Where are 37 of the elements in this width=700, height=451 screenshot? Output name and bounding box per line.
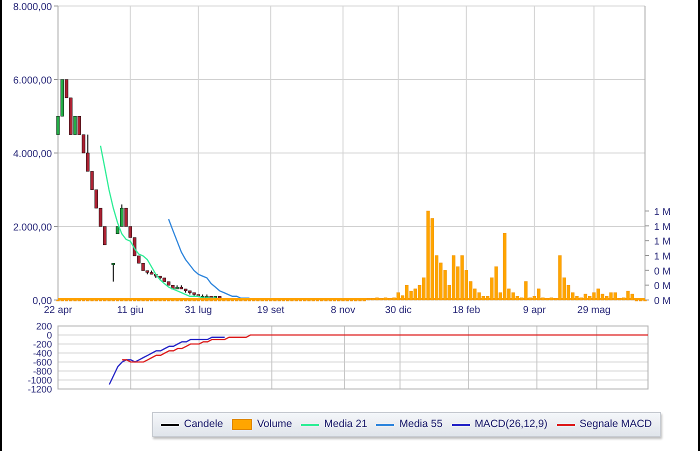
axis-label: 6.000,00	[13, 76, 52, 86]
axis-label: 18 feb	[452, 305, 480, 316]
axis-label: 1 M	[654, 207, 671, 218]
legend-label: Candele	[184, 416, 224, 432]
candlestick	[112, 262, 115, 282]
axis-label: 31 lug	[184, 305, 212, 316]
legend-label: Segnale MACD	[580, 416, 652, 432]
axis-label: 22 apr	[44, 305, 72, 316]
axis-label: 0 M	[654, 266, 671, 278]
axis-label: 0 M	[654, 281, 671, 292]
axis-label: 2.000,00	[13, 222, 52, 234]
legend-label: Media 21	[324, 416, 368, 432]
legend-label: Media 55	[399, 416, 443, 432]
axis-label: 1 M	[654, 222, 671, 233]
axis-label: 0,00	[32, 296, 52, 307]
axis-label: 29 mag	[577, 305, 611, 316]
axis-label: -200	[32, 340, 52, 350]
axis-label: 0	[46, 330, 52, 342]
legend-line	[161, 424, 179, 426]
axis-label: 4.000,00	[13, 149, 52, 160]
axis-label: -800	[32, 366, 52, 378]
axis-label: 200	[36, 322, 52, 332]
axis-label: 8 nov	[330, 305, 356, 316]
axis-label: 9 apr	[523, 305, 546, 316]
axis-label: 1 M	[654, 252, 671, 262]
axis-label: -600	[32, 358, 52, 368]
axis-label: 0 M	[654, 296, 671, 307]
axis-label: -400	[32, 348, 52, 360]
axis-label: 30 dic	[384, 305, 412, 316]
legend-label: MACD(26,12,9)	[474, 416, 548, 432]
legend-label: Volume	[257, 416, 292, 432]
axis-label: 19 set	[257, 305, 284, 316]
axis-label: -1000	[28, 376, 52, 386]
axis-label: 1 M	[654, 236, 671, 248]
axis-label: -1200	[28, 384, 52, 396]
axis-label: 11 giu	[117, 305, 144, 316]
axis-label: 8.000,00	[13, 2, 52, 13]
